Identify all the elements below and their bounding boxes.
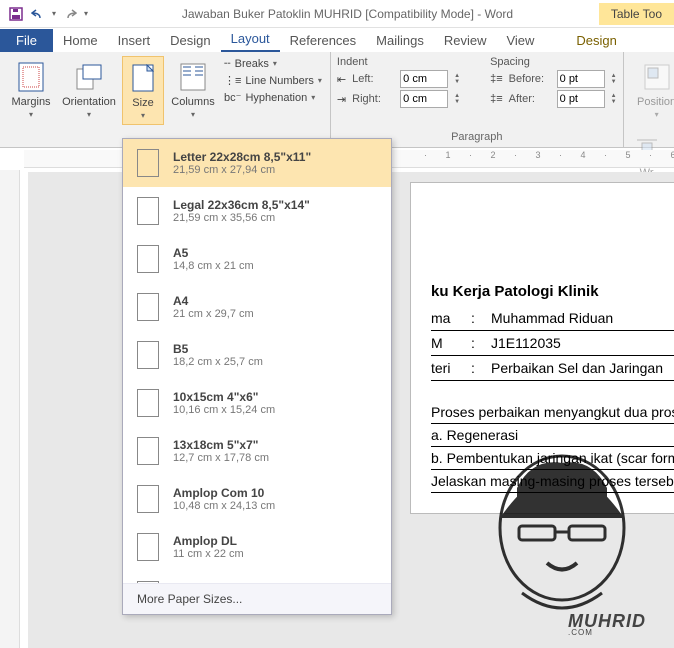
hyphenation-button[interactable]: bc⁻Hyphenation▾ bbox=[222, 90, 324, 105]
quick-access-toolbar: ▾ ▾ bbox=[0, 6, 96, 22]
page[interactable]: ku Kerja Patologi Klinik ma:Muhammad Rid… bbox=[410, 182, 674, 514]
columns-button[interactable]: Columns ▾ bbox=[168, 56, 218, 125]
tab-review[interactable]: Review bbox=[434, 29, 497, 52]
tab-view[interactable]: View bbox=[496, 29, 544, 52]
indent-left-input[interactable] bbox=[400, 70, 448, 88]
spinner-icon[interactable]: ▲▼ bbox=[454, 73, 460, 85]
doc-heading: ku Kerja Patologi Klinik bbox=[431, 283, 674, 300]
breaks-icon: ╌ bbox=[224, 57, 231, 70]
watermark-text: MUHRID.COM bbox=[568, 611, 646, 634]
table-tools-tab-header: Table Too bbox=[599, 3, 674, 25]
tab-insert[interactable]: Insert bbox=[108, 29, 161, 52]
size-option[interactable]: 10x15cm 4"x6" 10,16 cm x 15,24 cm bbox=[123, 379, 391, 427]
size-option[interactable]: B5 18,2 cm x 25,7 cm bbox=[123, 331, 391, 379]
size-icon bbox=[128, 61, 158, 95]
page-icon bbox=[137, 437, 159, 465]
size-option[interactable]: Amplop Com 10 10,48 cm x 24,13 cm bbox=[123, 475, 391, 523]
size-option[interactable]: Letter 22x28cm 8,5"x11" 21,59 cm x 27,94… bbox=[123, 139, 391, 187]
page-icon bbox=[137, 389, 159, 417]
undo-icon[interactable] bbox=[30, 6, 46, 22]
group-paragraph: Indent ⇤Left:▲▼ ⇥Right:▲▼ Spacing ‡≡Befo… bbox=[331, 52, 624, 147]
tab-references[interactable]: References bbox=[280, 29, 366, 52]
ribbon: Margins ▾ Orientation ▾ Size ▾ Columns ▾… bbox=[0, 52, 674, 148]
qat-customize-icon[interactable]: ▾ bbox=[84, 9, 88, 18]
info-row: M:J1E112035 bbox=[431, 331, 674, 356]
redo-icon[interactable] bbox=[62, 6, 78, 22]
tab-mailings[interactable]: Mailings bbox=[366, 29, 434, 52]
tab-home[interactable]: Home bbox=[53, 29, 108, 52]
spacing-after-input[interactable] bbox=[557, 90, 605, 108]
indent-left-icon: ⇤ bbox=[337, 73, 346, 86]
more-paper-sizes[interactable]: More Paper Sizes... bbox=[123, 583, 391, 614]
page-icon bbox=[137, 245, 159, 273]
page-icon bbox=[137, 581, 159, 583]
breaks-button[interactable]: ╌Breaks▾ bbox=[222, 56, 324, 71]
chevron-down-icon: ▾ bbox=[191, 110, 195, 119]
page-icon bbox=[137, 293, 159, 321]
columns-icon bbox=[178, 60, 208, 94]
size-option[interactable]: Legal 22x36cm 8,5"x14" 21,59 cm x 35,56 … bbox=[123, 187, 391, 235]
size-option[interactable]: A4 21 cm x 29,7 cm bbox=[123, 283, 391, 331]
spinner-icon[interactable]: ▲▼ bbox=[611, 93, 617, 105]
vertical-ruler bbox=[0, 170, 20, 648]
para-line: Proses perbaikan menyangkut dua proses y bbox=[431, 401, 674, 424]
spacing-before-input[interactable] bbox=[557, 70, 605, 88]
para-line: Jelaskan masing-masing proses tersebut! bbox=[431, 470, 674, 493]
window-title: Jawaban Buker Patoklin MUHRID [Compatibi… bbox=[96, 7, 599, 21]
chevron-down-icon: ▾ bbox=[141, 111, 145, 120]
position-button: Position ▾ bbox=[632, 56, 674, 123]
page-icon bbox=[137, 197, 159, 225]
para-line: a. Regenerasi bbox=[431, 424, 674, 447]
size-button[interactable]: Size ▾ bbox=[122, 56, 164, 125]
orientation-icon bbox=[74, 60, 104, 94]
size-option[interactable]: A5 14,8 cm x 21 cm bbox=[123, 235, 391, 283]
tab-table-design[interactable]: Design bbox=[566, 29, 626, 52]
line-numbers-icon: ⋮≡ bbox=[224, 74, 241, 87]
group-arrange: Position ▾ Wr Te bbox=[624, 52, 674, 147]
save-icon[interactable] bbox=[8, 6, 24, 22]
page-icon bbox=[137, 341, 159, 369]
tab-layout[interactable]: Layout bbox=[221, 27, 280, 52]
titlebar: ▾ ▾ Jawaban Buker Patoklin MUHRID [Compa… bbox=[0, 0, 674, 28]
spacing-after-icon: ‡≡ bbox=[490, 93, 503, 105]
spacing-before-icon: ‡≡ bbox=[490, 73, 503, 85]
tab-design[interactable]: Design bbox=[160, 29, 220, 52]
info-row: ma:Muhammad Riduan bbox=[431, 306, 674, 331]
size-option[interactable]: 279,4x431,8mm 11"x17" (Berskala) 27,94 c… bbox=[123, 571, 391, 583]
spinner-icon[interactable]: ▲▼ bbox=[611, 73, 617, 85]
indent-right-icon: ⇥ bbox=[337, 93, 346, 106]
info-row: teri:Perbaikan Sel dan Jaringan bbox=[431, 356, 674, 381]
indent-right-input[interactable] bbox=[400, 90, 448, 108]
hyphenation-icon: bc⁻ bbox=[224, 91, 241, 104]
size-option[interactable]: Amplop DL 11 cm x 22 cm bbox=[123, 523, 391, 571]
size-dropdown: Letter 22x28cm 8,5"x11" 21,59 cm x 27,94… bbox=[122, 138, 392, 615]
spinner-icon[interactable]: ▲▼ bbox=[454, 93, 460, 105]
line-numbers-button[interactable]: ⋮≡Line Numbers▾ bbox=[222, 73, 324, 88]
size-option[interactable]: 13x18cm 5"x7" 12,7 cm x 17,78 cm bbox=[123, 427, 391, 475]
orientation-button[interactable]: Orientation ▾ bbox=[60, 56, 118, 125]
margins-button[interactable]: Margins ▾ bbox=[6, 56, 56, 125]
chevron-down-icon: ▾ bbox=[29, 110, 33, 119]
page-icon bbox=[137, 149, 159, 177]
page-icon bbox=[137, 533, 159, 561]
undo-dropdown-icon[interactable]: ▾ bbox=[52, 9, 56, 18]
para-line: b. Pembentukan jaringan ikat (scar forma… bbox=[431, 447, 674, 470]
position-icon bbox=[642, 60, 672, 94]
chevron-down-icon: ▾ bbox=[87, 110, 91, 119]
ribbon-tabs: File Home Insert Design Layout Reference… bbox=[0, 28, 674, 52]
group-page-setup: Margins ▾ Orientation ▾ Size ▾ Columns ▾… bbox=[0, 52, 331, 147]
tab-file[interactable]: File bbox=[0, 29, 53, 52]
margins-icon bbox=[16, 60, 46, 94]
page-icon bbox=[137, 485, 159, 513]
